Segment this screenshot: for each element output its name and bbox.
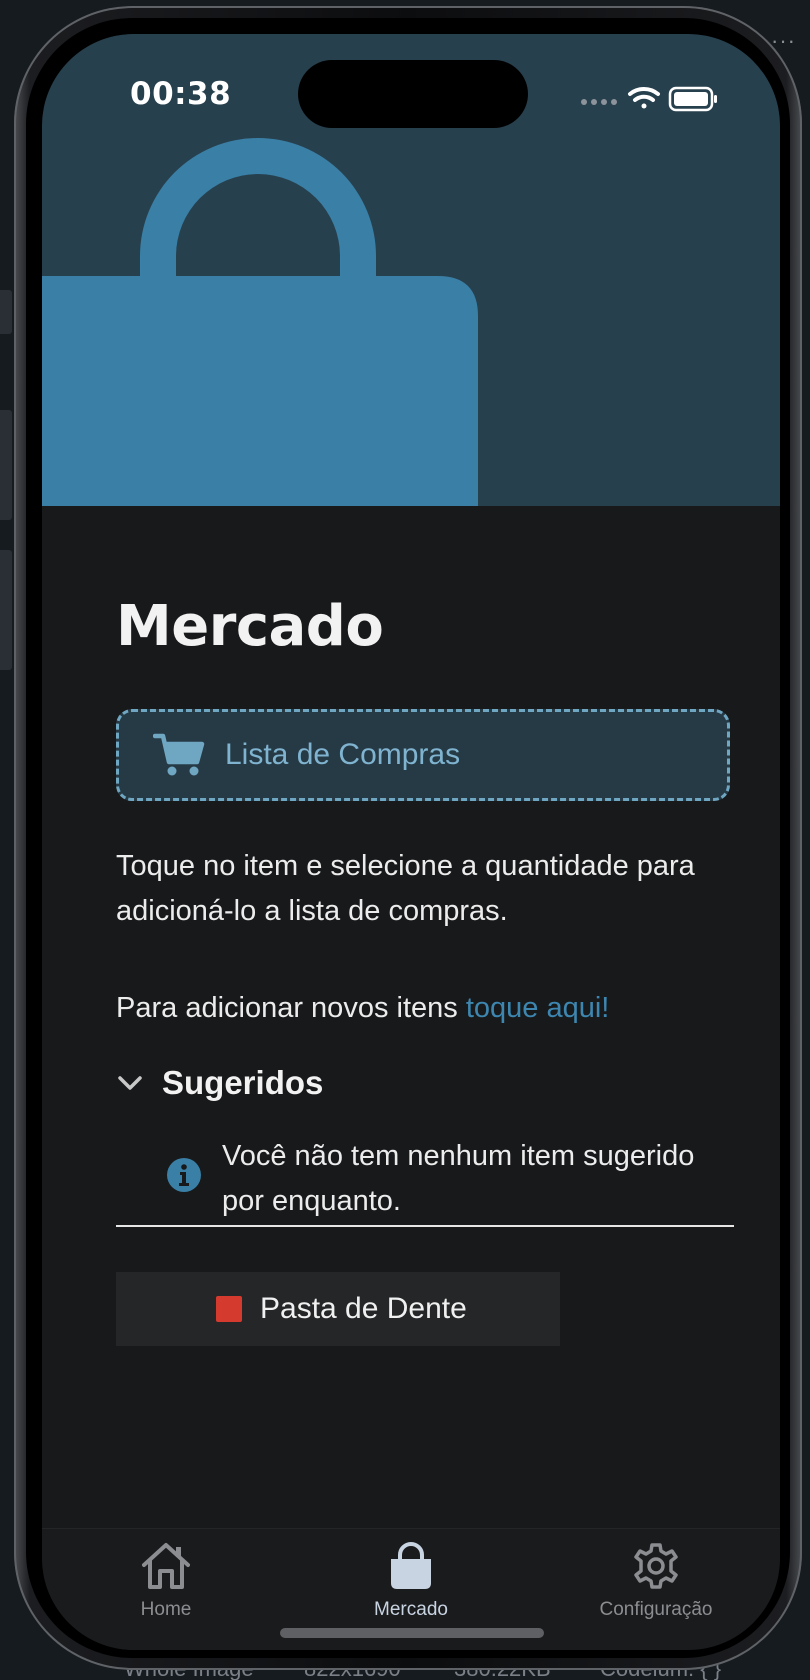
chevron-down-icon [118, 1076, 142, 1090]
house-icon [142, 1543, 190, 1589]
wifi-icon [628, 86, 660, 109]
item-pasta-de-dente[interactable]: Pasta de Dente [116, 1272, 560, 1346]
tab-mercado[interactable]: Mercado [311, 1541, 511, 1631]
dynamic-island [298, 60, 528, 128]
shopping-list-button[interactable]: Lista de Compras [116, 709, 730, 801]
home-indicator[interactable] [280, 1628, 544, 1638]
suggested-empty-message: Você não tem nenhum item sugerido por en… [222, 1140, 695, 1217]
info-icon [167, 1158, 201, 1192]
section-divider [116, 1225, 734, 1227]
backdrop-edge [0, 290, 12, 334]
cart-icon [153, 733, 205, 776]
shopping-list-label: Lista de Compras [225, 738, 461, 771]
shopping-bag-icon [391, 1542, 431, 1589]
tab-home-label: Home [140, 1599, 192, 1620]
tab-home[interactable]: Home [66, 1541, 266, 1631]
add-items-prefix: Para adicionar novos itens [116, 992, 466, 1024]
status-icons [578, 84, 718, 114]
backdrop-edge [0, 550, 12, 670]
add-items-line: Para adicionar novos itens toque aqui! [116, 986, 756, 1031]
signal-icon [581, 99, 617, 105]
item-label: Pasta de Dente [260, 1292, 467, 1325]
tab-configuracao[interactable]: Configuração [556, 1541, 756, 1631]
add-items-link[interactable]: toque aqui! [466, 992, 610, 1024]
status-time: 00:38 [130, 76, 232, 112]
phone-screen: 00:38 Mercado Lista de Compras Toque no … [42, 34, 780, 1650]
battery-icon [668, 86, 717, 112]
suggested-section-toggle[interactable]: Sugeridos [116, 1060, 323, 1106]
instructions-text: Toque no item e selecione a quantidade p… [116, 850, 695, 927]
tab-configuracao-label: Configuração [599, 1599, 713, 1620]
page-title: Mercado [116, 594, 384, 659]
tab-mercado-label: Mercado [374, 1599, 448, 1620]
phone-frame: 00:38 Mercado Lista de Compras Toque no … [14, 6, 802, 1670]
suggested-header: Sugeridos [162, 1064, 324, 1101]
gear-icon [634, 1543, 678, 1589]
backdrop-edge [0, 410, 12, 520]
item-color-swatch [216, 1296, 242, 1322]
